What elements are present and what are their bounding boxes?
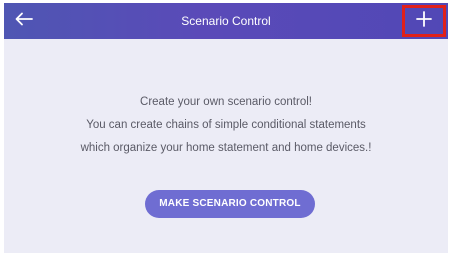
add-scenario-button[interactable]: [402, 5, 446, 37]
empty-state-line: You can create chains of simple conditio…: [86, 119, 366, 131]
make-scenario-control-button[interactable]: MAKE SCENARIO CONTROL: [145, 190, 315, 218]
empty-state-line: Create your own scenario control!: [140, 96, 312, 108]
plus-icon: [416, 10, 432, 32]
empty-state-message: Create your own scenario control! You ca…: [4, 91, 448, 160]
screen: Scenario Control Create your own scenari…: [4, 3, 448, 253]
app-bar: Scenario Control: [4, 3, 448, 39]
back-button[interactable]: [10, 7, 38, 35]
page-title: Scenario Control: [181, 14, 271, 28]
empty-state-line: which organize your home statement and h…: [80, 142, 372, 154]
arrow-left-icon: [15, 12, 33, 31]
